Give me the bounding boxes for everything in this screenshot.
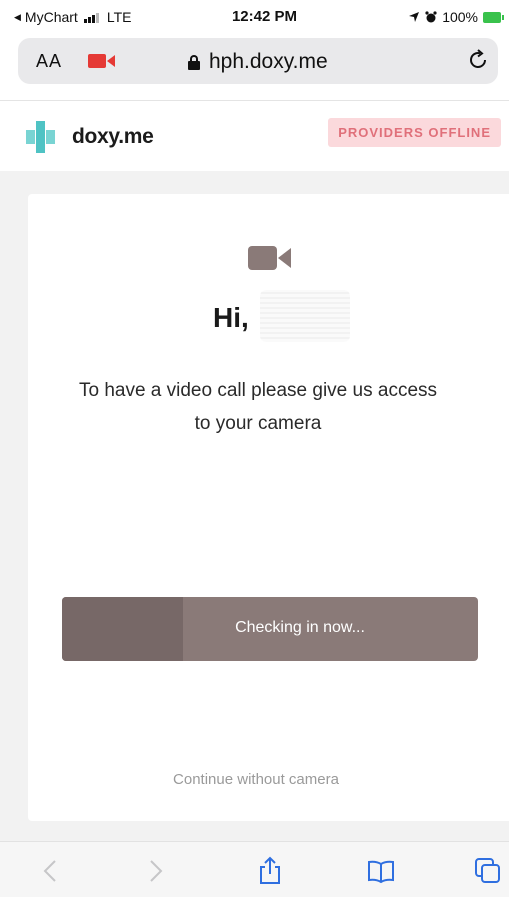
checkin-label: Checking in now...	[235, 619, 365, 636]
browser-toolbar	[0, 841, 509, 897]
back-arrow-icon[interactable]	[36, 856, 66, 886]
continue-without-camera-link[interactable]: Continue without camera	[28, 771, 509, 788]
checkin-card: Hi, To have a video call please give us …	[28, 194, 509, 821]
lock-icon	[188, 55, 200, 70]
status-right: 100%	[408, 9, 504, 25]
status-bar: ◀ MyChart LTE 12:42 PM 100%	[0, 0, 509, 34]
message-line-1: To have a video call please give us acce…	[78, 380, 438, 401]
camera-access-message: To have a video call please give us acce…	[28, 374, 468, 440]
video-camera-icon	[248, 246, 291, 270]
checkin-button[interactable]: Checking in now...	[62, 597, 478, 661]
battery-percent: 100%	[442, 9, 478, 25]
providers-offline-badge: PROVIDERS OFFLINE	[328, 118, 501, 147]
tabs-icon[interactable]	[473, 856, 503, 886]
message-line-2: to your camera	[194, 413, 322, 434]
location-arrow-icon	[409, 12, 420, 22]
site-header: doxy.me PROVIDERS OFFLINE	[0, 101, 509, 171]
doxy-logo[interactable]: doxy.me	[26, 119, 154, 155]
url-text: hph.doxy.me	[209, 50, 328, 73]
greeting-text: Hi,	[213, 302, 249, 333]
screen: ◀ MyChart LTE 12:42 PM 100% AA hph.doxy.…	[0, 0, 509, 897]
patient-name-redacted	[260, 290, 350, 342]
bookmarks-icon[interactable]	[366, 856, 396, 886]
text-size-button[interactable]: AA	[36, 51, 62, 72]
text-size-label: AA	[36, 51, 63, 71]
forward-arrow-icon[interactable]	[140, 856, 170, 886]
share-icon[interactable]	[255, 856, 285, 886]
doxy-logo-icon	[26, 121, 55, 153]
battery-icon	[483, 11, 504, 23]
camera-recording-icon[interactable]	[88, 53, 116, 69]
reload-icon[interactable]	[466, 48, 490, 72]
logo-text: doxy.me	[72, 125, 154, 148]
url-field[interactable]: hph.doxy.me	[188, 50, 328, 74]
alarm-icon	[425, 11, 437, 23]
address-bar[interactable]: AA hph.doxy.me	[18, 38, 498, 84]
